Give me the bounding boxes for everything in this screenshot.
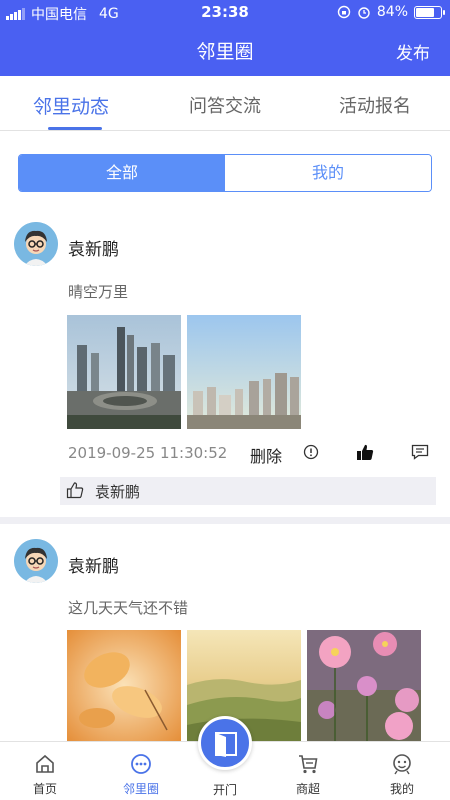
person-icon (393, 754, 411, 775)
chat-bubble-icon (131, 754, 151, 774)
comment-icon[interactable] (411, 444, 429, 460)
likes-bar: 袁新鹏 (60, 477, 436, 505)
tab-event-signup[interactable]: 活动报名 (339, 92, 411, 118)
post-text: 这几天天气还不错 (68, 599, 189, 617)
post-timestamp: 2019-09-25 11:30:52 (68, 444, 228, 462)
tab-indicator (48, 127, 102, 130)
alarm-icon (358, 7, 370, 19)
like-outline-icon (66, 482, 84, 499)
tab-qa[interactable]: 问答交流 (189, 92, 261, 118)
page-title: 邻里圈 (196, 41, 254, 63)
filter-all-button[interactable]: 全部 (19, 155, 225, 191)
filter-segment: 全部 我的 (18, 154, 432, 192)
post-divider (0, 517, 450, 524)
post-photo[interactable] (307, 630, 421, 741)
post-text: 晴空万里 (68, 283, 129, 301)
post-photo[interactable] (187, 315, 301, 429)
tab-store[interactable]: 商超 (263, 742, 353, 800)
tab-home[interactable]: 首页 (0, 742, 90, 800)
tab-bar: 邻里动态 问答交流 活动报名 (0, 76, 450, 131)
battery-fill (416, 7, 434, 17)
report-icon[interactable] (303, 444, 319, 460)
open-door-button[interactable] (198, 716, 252, 770)
avatar[interactable] (14, 539, 58, 583)
tab-mine[interactable]: 我的 (357, 742, 447, 800)
tab-neighborhood-feed[interactable]: 邻里动态 (33, 92, 109, 119)
status-bar: 中国电信 4G 23:38 84% (0, 0, 450, 24)
like-icon[interactable] (356, 443, 374, 461)
nav-bar: 邻里圈 发布 (0, 24, 450, 76)
post-author[interactable]: 袁新鹏 (68, 552, 119, 577)
tab-neighborhood[interactable]: 邻里圈 (96, 742, 186, 800)
post-photo[interactable] (67, 630, 181, 741)
post-photo[interactable] (67, 315, 181, 429)
battery-percent: 84% (376, 4, 408, 20)
tab-label: 我的 (389, 782, 414, 796)
home-icon (36, 754, 54, 773)
filter-mine-button[interactable]: 我的 (225, 155, 431, 191)
tab-label: 开门 (212, 783, 237, 797)
tab-label: 首页 (32, 782, 57, 796)
delete-button[interactable]: 删除 (250, 443, 282, 467)
publish-button[interactable]: 发布 (396, 39, 430, 64)
avatar[interactable] (14, 222, 58, 266)
tab-label: 邻里圈 (122, 782, 159, 796)
cart-icon (299, 755, 318, 774)
tab-label: 商超 (295, 782, 320, 796)
rotation-lock-icon (337, 5, 351, 19)
door-icon (215, 732, 237, 757)
battery-icon (414, 5, 445, 19)
post-author[interactable]: 袁新鹏 (68, 235, 119, 260)
liker-name[interactable]: 袁新鹏 (95, 481, 140, 502)
